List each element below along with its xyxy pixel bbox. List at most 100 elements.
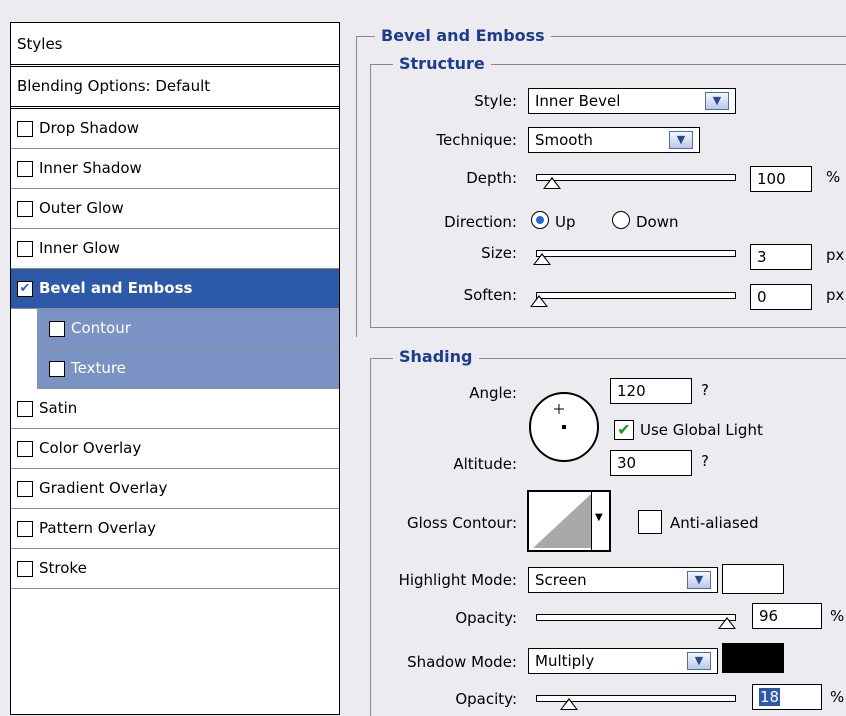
drop-shadow-label: Drop Shadow xyxy=(39,119,140,137)
angle-input[interactable]: 120 xyxy=(610,378,692,404)
structure-title: Structure xyxy=(393,54,491,73)
direction-label: Direction: xyxy=(444,213,517,231)
style-item-bevel-and-emboss[interactable]: ✔ Bevel and Emboss xyxy=(11,269,339,309)
altitude-label: Altitude: xyxy=(453,455,517,473)
depth-unit: % xyxy=(826,168,841,186)
texture-label: Texture xyxy=(71,359,126,377)
highlight-color-swatch[interactable] xyxy=(722,564,784,594)
gradient-overlay-checkbox[interactable] xyxy=(17,481,33,497)
satin-label: Satin xyxy=(39,399,78,417)
technique-select-value: Smooth xyxy=(535,131,593,149)
chevron-down-icon[interactable]: ▼ xyxy=(669,131,693,149)
style-select[interactable]: Inner Bevel ▼ xyxy=(528,88,736,114)
angle-center-dot xyxy=(562,425,566,429)
blending-options-item[interactable]: Blending Options: Default xyxy=(11,67,339,109)
style-item-stroke[interactable]: Stroke xyxy=(11,549,339,589)
depth-input-value: 100 xyxy=(757,170,786,188)
depth-slider-thumb[interactable] xyxy=(543,177,561,189)
style-item-satin[interactable]: Satin xyxy=(11,389,339,429)
depth-slider-track[interactable] xyxy=(536,174,736,181)
direction-down-radio[interactable] xyxy=(612,211,630,229)
anti-aliased-checkbox[interactable] xyxy=(638,510,662,534)
drop-shadow-checkbox[interactable] xyxy=(17,121,33,137)
contour-checkbox[interactable] xyxy=(49,321,65,337)
direction-down-label: Down xyxy=(636,213,679,231)
inner-glow-checkbox[interactable] xyxy=(17,241,33,257)
style-label: Style: xyxy=(474,92,517,110)
angle-dial[interactable] xyxy=(526,392,604,462)
direction-up-radio[interactable] xyxy=(531,211,549,229)
style-item-gradient-overlay[interactable]: Gradient Overlay xyxy=(11,469,339,509)
highlight-opacity-slider-track[interactable] xyxy=(536,614,736,621)
style-item-inner-glow[interactable]: Inner Glow xyxy=(11,229,339,269)
shading-title: Shading xyxy=(393,347,479,366)
chevron-down-icon[interactable]: ▼ xyxy=(705,92,729,110)
chevron-down-icon[interactable]: ▼ xyxy=(687,571,711,589)
texture-checkbox[interactable] xyxy=(49,361,65,377)
shadow-opacity-label: Opacity: xyxy=(455,690,517,708)
soften-slider-track[interactable] xyxy=(536,292,736,299)
shadow-opacity-input[interactable]: 18 xyxy=(752,684,822,710)
styles-list-panel: Styles Blending Options: Default Drop Sh… xyxy=(10,22,340,715)
style-item-contour[interactable]: Contour xyxy=(37,309,339,349)
soften-unit: px xyxy=(826,286,845,304)
technique-select[interactable]: Smooth ▼ xyxy=(528,127,700,153)
size-unit: px xyxy=(826,246,845,264)
style-item-texture[interactable]: Texture xyxy=(37,349,339,389)
contour-label: Contour xyxy=(71,319,131,337)
soften-input-value: 0 xyxy=(757,288,767,306)
style-select-value: Inner Bevel xyxy=(535,92,621,110)
size-slider-track[interactable] xyxy=(536,250,736,257)
altitude-input[interactable]: 30 xyxy=(610,450,692,476)
style-item-outer-glow[interactable]: Outer Glow xyxy=(11,189,339,229)
highlight-opacity-input[interactable]: 96 xyxy=(752,603,822,629)
angle-label: Angle: xyxy=(469,384,517,402)
anti-aliased-label: Anti-aliased xyxy=(670,514,759,532)
stroke-label: Stroke xyxy=(39,559,87,577)
highlight-mode-value: Screen xyxy=(535,571,587,589)
color-overlay-label: Color Overlay xyxy=(39,439,142,457)
soften-slider-thumb[interactable] xyxy=(530,295,548,307)
bevel-and-emboss-label: Bevel and Emboss xyxy=(39,279,193,297)
satin-checkbox[interactable] xyxy=(17,401,33,417)
highlight-opacity-label: Opacity: xyxy=(455,609,517,627)
size-slider-thumb[interactable] xyxy=(533,253,551,265)
angle-unit: ? xyxy=(701,381,709,399)
shadow-opacity-slider-thumb[interactable] xyxy=(560,698,578,710)
shadow-color-swatch[interactable] xyxy=(722,643,784,673)
depth-label: Depth: xyxy=(466,169,517,187)
soften-input[interactable]: 0 xyxy=(750,284,812,310)
style-item-inner-shadow[interactable]: Inner Shadow xyxy=(11,149,339,189)
depth-input[interactable]: 100 xyxy=(750,166,812,192)
inner-shadow-checkbox[interactable] xyxy=(17,161,33,177)
pattern-overlay-checkbox[interactable] xyxy=(17,521,33,537)
inner-glow-label: Inner Glow xyxy=(39,239,120,257)
blending-options-label: Blending Options: Default xyxy=(17,77,211,95)
style-item-pattern-overlay[interactable]: Pattern Overlay xyxy=(11,509,339,549)
triangle-down-icon[interactable]: ▼ xyxy=(595,512,603,523)
gloss-contour-picker[interactable]: ▼ xyxy=(527,490,611,552)
highlight-mode-select[interactable]: Screen ▼ xyxy=(528,567,718,593)
size-input[interactable]: 3 xyxy=(750,244,812,270)
inner-shadow-label: Inner Shadow xyxy=(39,159,142,177)
altitude-input-value: 30 xyxy=(617,454,637,472)
use-global-light-label: Use Global Light xyxy=(640,421,763,439)
size-input-value: 3 xyxy=(757,248,767,266)
bevel-title: Bevel and Emboss xyxy=(375,26,551,45)
styles-header-label: Styles xyxy=(17,35,63,53)
gradient-overlay-label: Gradient Overlay xyxy=(39,479,168,497)
contour-preview-icon xyxy=(533,494,591,548)
outer-glow-checkbox[interactable] xyxy=(17,201,33,217)
style-item-color-overlay[interactable]: Color Overlay xyxy=(11,429,339,469)
bevel-and-emboss-checkbox[interactable]: ✔ xyxy=(17,281,33,297)
shadow-mode-value: Multiply xyxy=(535,652,595,670)
highlight-opacity-value: 96 xyxy=(759,607,779,625)
shadow-mode-select[interactable]: Multiply ▼ xyxy=(528,648,718,674)
use-global-light-checkbox[interactable]: ✔ xyxy=(614,420,634,440)
color-overlay-checkbox[interactable] xyxy=(17,441,33,457)
style-item-drop-shadow[interactable]: Drop Shadow xyxy=(11,109,339,149)
styles-header[interactable]: Styles xyxy=(11,23,339,67)
highlight-opacity-slider-thumb[interactable] xyxy=(718,617,736,629)
stroke-checkbox[interactable] xyxy=(17,561,33,577)
chevron-down-icon[interactable]: ▼ xyxy=(687,652,711,670)
